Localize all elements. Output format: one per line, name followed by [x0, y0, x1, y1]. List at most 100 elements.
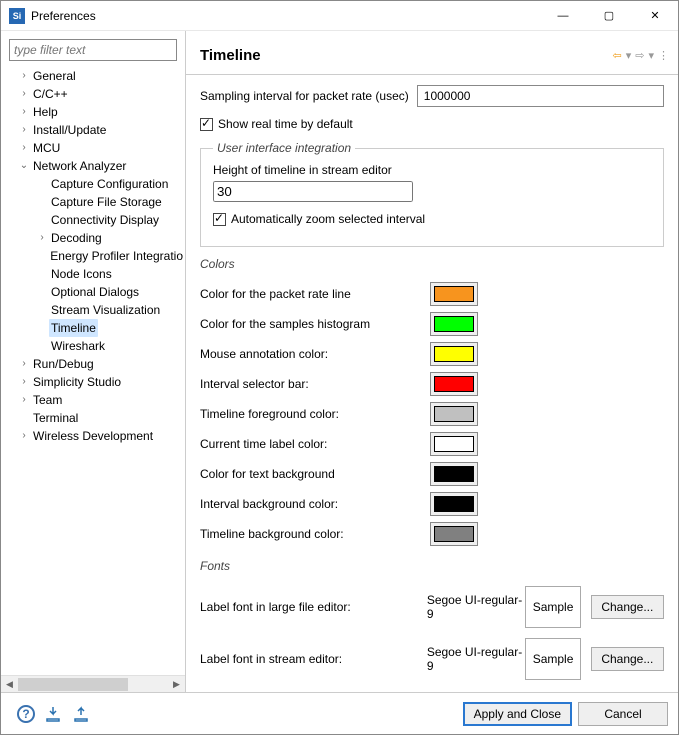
font-sample-button[interactable]: Sample [525, 586, 580, 628]
help-icon[interactable]: ? [17, 705, 35, 723]
export-icon[interactable] [73, 705, 91, 723]
forward-icon: ⇨ [635, 49, 644, 62]
chevron-down-icon[interactable]: ⌄ [17, 157, 31, 175]
scroll-thumb[interactable] [18, 678, 128, 691]
chevron-right-icon[interactable]: › [17, 427, 31, 445]
tree-item-label: Timeline [49, 319, 98, 337]
color-label: Timeline foreground color: [200, 407, 430, 421]
color-swatch [434, 376, 474, 392]
tree-item-general[interactable]: ›General [5, 67, 185, 85]
tree-item-label: Simplicity Studio [31, 373, 123, 391]
height-input[interactable] [213, 181, 413, 202]
tree-item-decoding[interactable]: ›Decoding [5, 229, 185, 247]
chevron-right-icon[interactable]: › [17, 85, 31, 103]
chevron-right-icon[interactable]: › [17, 373, 31, 391]
tree-item-optional-dialogs[interactable]: Optional Dialogs [5, 283, 185, 301]
chevron-right-icon[interactable]: › [35, 229, 49, 247]
sampling-input[interactable] [417, 85, 664, 107]
color-row: Color for text background [200, 459, 664, 489]
scroll-right-icon[interactable]: ▶ [168, 676, 185, 693]
tree-item-wireshark[interactable]: Wireshark [5, 337, 185, 355]
body: ›General›C/C++›Help›Install/Update›MCU⌄N… [1, 31, 678, 692]
color-swatch-button[interactable] [430, 402, 478, 426]
bottom-icons: ? [11, 705, 463, 723]
maximize-button[interactable]: ▢ [586, 1, 632, 31]
tree-item-stream-visualization[interactable]: Stream Visualization [5, 301, 185, 319]
color-label: Color for the packet rate line [200, 287, 430, 301]
filter-input[interactable] [9, 39, 177, 61]
scroll-track[interactable] [18, 676, 168, 693]
tree-item-help[interactable]: ›Help [5, 103, 185, 121]
tree-item-connectivity-display[interactable]: Connectivity Display [5, 211, 185, 229]
show-real-time-checkbox[interactable] [200, 118, 213, 131]
color-swatch [434, 286, 474, 302]
tree-item-simplicity-studio[interactable]: ›Simplicity Studio [5, 373, 185, 391]
back-icon[interactable]: ⇦ [613, 49, 622, 62]
tree-item-capture-file-storage[interactable]: Capture File Storage [5, 193, 185, 211]
tree-item-team[interactable]: ›Team [5, 391, 185, 409]
color-swatch-button[interactable] [430, 492, 478, 516]
font-sample-button[interactable]: Sample [525, 638, 580, 680]
chevron-right-icon[interactable]: › [17, 391, 31, 409]
color-swatch-button[interactable] [430, 522, 478, 546]
tree-item-timeline[interactable]: Timeline [5, 319, 185, 337]
font-label: Label font in large file editor: [200, 600, 427, 614]
color-row: Timeline foreground color: [200, 399, 664, 429]
import-icon[interactable] [45, 705, 63, 723]
apply-and-close-button[interactable]: Apply and Close [463, 702, 572, 726]
color-label: Color for the samples histogram [200, 317, 430, 331]
titlebar: Si Preferences — ▢ ✕ [1, 1, 678, 31]
back-menu-icon[interactable]: ▾ [626, 49, 632, 62]
auto-zoom-label: Automatically zoom selected interval [231, 212, 425, 226]
chevron-right-icon[interactable]: › [17, 103, 31, 121]
minimize-button[interactable]: — [540, 1, 586, 31]
color-swatch-button[interactable] [430, 312, 478, 336]
sidebar: ›General›C/C++›Help›Install/Update›MCU⌄N… [1, 31, 186, 692]
chevron-right-icon[interactable]: › [17, 67, 31, 85]
tree-item-node-icons[interactable]: Node Icons [5, 265, 185, 283]
ui-integration-group: User interface integration Height of tim… [200, 141, 664, 247]
view-menu-icon[interactable]: ⋮ [658, 49, 668, 62]
tree-item-network-analyzer[interactable]: ⌄Network Analyzer [5, 157, 185, 175]
color-swatch [434, 346, 474, 362]
tree-item-wireless-development[interactable]: ›Wireless Development [5, 427, 185, 445]
tree-item-energy-profiler-integratio[interactable]: Energy Profiler Integratio [5, 247, 185, 265]
color-label: Mouse annotation color: [200, 347, 430, 361]
tree-item-label: Decoding [49, 229, 104, 247]
color-swatch [434, 316, 474, 332]
tree-item-label: Wireshark [49, 337, 107, 355]
auto-zoom-checkbox[interactable] [213, 213, 226, 226]
font-change-button[interactable]: Change... [591, 595, 664, 619]
tree-item-label: Optional Dialogs [49, 283, 141, 301]
color-swatch-button[interactable] [430, 372, 478, 396]
tree-item-label: Help [31, 103, 60, 121]
scroll-left-icon[interactable]: ◀ [1, 676, 18, 693]
close-button[interactable]: ✕ [632, 1, 678, 31]
sampling-row: Sampling interval for packet rate (usec) [200, 85, 664, 107]
color-swatch-button[interactable] [430, 282, 478, 306]
main-content: Sampling interval for packet rate (usec)… [186, 75, 678, 692]
chevron-right-icon[interactable]: › [17, 355, 31, 373]
forward-menu-icon[interactable]: ▾ [648, 49, 654, 62]
tree-item-terminal[interactable]: Terminal [5, 409, 185, 427]
tree-item-mcu[interactable]: ›MCU [5, 139, 185, 157]
chevron-right-icon[interactable]: › [17, 121, 31, 139]
tree-item-install-update[interactable]: ›Install/Update [5, 121, 185, 139]
tree-item-c-c-[interactable]: ›C/C++ [5, 85, 185, 103]
auto-zoom-row[interactable]: Automatically zoom selected interval [213, 208, 653, 230]
preferences-tree[interactable]: ›General›C/C++›Help›Install/Update›MCU⌄N… [1, 67, 185, 675]
colors-list: Color for the packet rate line Color for … [200, 279, 664, 549]
horizontal-scrollbar[interactable]: ◀ ▶ [1, 675, 185, 692]
tree-item-capture-configuration[interactable]: Capture Configuration [5, 175, 185, 193]
colors-title: Colors [200, 257, 664, 271]
color-swatch-button[interactable] [430, 432, 478, 456]
color-swatch-button[interactable] [430, 342, 478, 366]
show-real-time-row[interactable]: Show real time by default [200, 113, 664, 135]
cancel-button[interactable]: Cancel [578, 702, 668, 726]
font-value: Segoe UI-regular-9 [427, 645, 526, 673]
font-change-button[interactable]: Change... [591, 647, 664, 671]
chevron-right-icon[interactable]: › [17, 139, 31, 157]
color-swatch-button[interactable] [430, 462, 478, 486]
tree-item-run-debug[interactable]: ›Run/Debug [5, 355, 185, 373]
main-header: Timeline ⇦ ▾ ⇨ ▾ ⋮ [186, 37, 678, 75]
